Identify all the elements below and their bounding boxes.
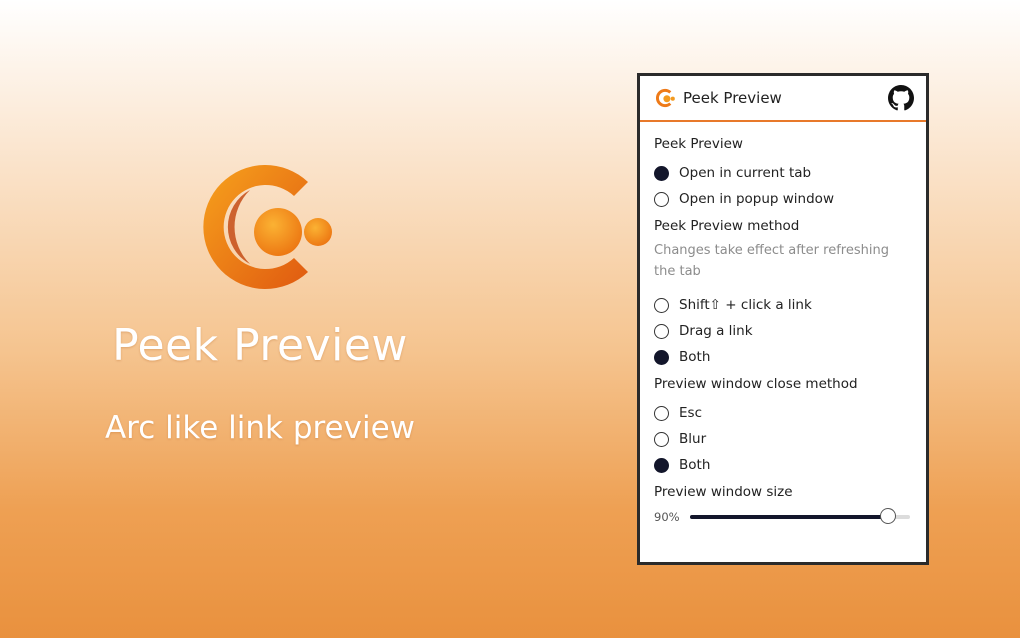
- option-label: Shift⇧ + click a link: [679, 297, 812, 313]
- option-blur[interactable]: Blur: [654, 426, 912, 452]
- radio-button[interactable]: [654, 349, 669, 365]
- github-icon[interactable]: [888, 85, 914, 111]
- extension-popup: Peek Preview Peek Preview Open in curren…: [637, 73, 929, 565]
- option-label: Open in popup window: [679, 191, 834, 207]
- option-label: Drag a link: [679, 323, 753, 339]
- open-mode-group: Peek Preview Open in current tab Open in…: [654, 136, 912, 212]
- section-hint: Changes take effect after refreshing the…: [654, 243, 889, 279]
- option-both-method[interactable]: Both: [654, 344, 912, 370]
- popup-header: Peek Preview: [640, 76, 926, 122]
- window-size-group: Preview window size 90%: [654, 484, 912, 524]
- section-title: Peek Preview method: [654, 218, 800, 234]
- radio-button[interactable]: [654, 297, 669, 313]
- radio-button[interactable]: [654, 191, 669, 207]
- section-title: Preview window close method: [654, 376, 858, 392]
- option-label: Open in current tab: [679, 165, 812, 181]
- option-open-popup-window[interactable]: Open in popup window: [654, 186, 912, 212]
- hero-subtitle: Arc like link preview: [104, 410, 416, 446]
- section-title: Peek Preview: [654, 136, 743, 152]
- peek-preview-logo-icon: [655, 88, 675, 108]
- hero-title: Peek Preview: [112, 320, 408, 371]
- peek-preview-logo-icon: [203, 165, 332, 289]
- radio-button[interactable]: [654, 405, 669, 421]
- option-shift-click[interactable]: Shift⇧ + click a link: [654, 292, 912, 318]
- size-value-label: 90%: [654, 510, 680, 524]
- option-label: Blur: [679, 431, 707, 447]
- popup-title: Peek Preview: [683, 89, 782, 107]
- option-open-current-tab[interactable]: Open in current tab: [654, 160, 912, 186]
- option-label: Both: [679, 457, 711, 473]
- slider-fill: [690, 515, 888, 519]
- radio-button[interactable]: [654, 165, 669, 181]
- slider-thumb[interactable]: [880, 508, 896, 524]
- close-method-group: Preview window close method Esc Blur Bot…: [654, 376, 912, 478]
- popup-body: Peek Preview Open in current tab Open in…: [640, 122, 926, 524]
- option-esc[interactable]: Esc: [654, 400, 912, 426]
- size-slider[interactable]: [690, 508, 910, 524]
- method-group: Peek Preview method Changes take effect …: [654, 218, 912, 370]
- option-label: Both: [679, 349, 711, 365]
- option-both-close[interactable]: Both: [654, 452, 912, 478]
- option-drag-link[interactable]: Drag a link: [654, 318, 912, 344]
- size-slider-row: 90%: [654, 508, 912, 524]
- section-title: Preview window size: [654, 484, 793, 500]
- radio-button[interactable]: [654, 457, 669, 473]
- radio-button[interactable]: [654, 431, 669, 447]
- option-label: Esc: [679, 405, 702, 421]
- radio-button[interactable]: [654, 323, 669, 339]
